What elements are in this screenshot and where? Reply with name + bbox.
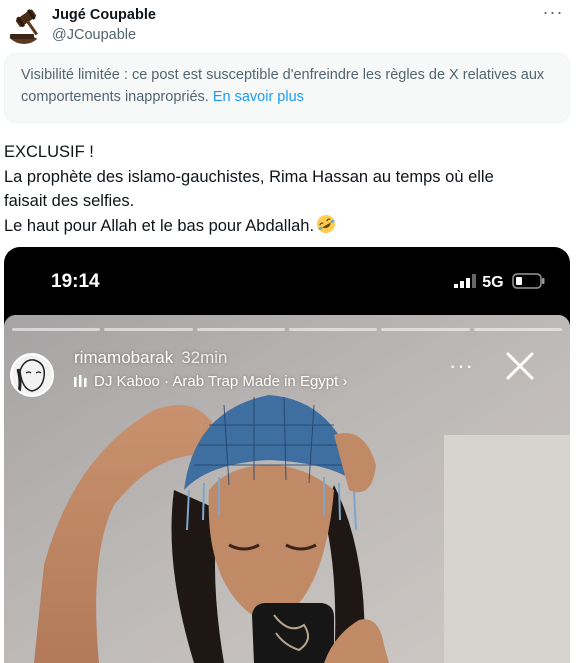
story-screenshot: rimamobarak 32min DJ Kaboo · Arab Trap Ma… [4, 315, 570, 663]
tweet-text: EXCLUSIF ! La prophète des islamo-gauchi… [4, 140, 570, 238]
story-age: 32min [181, 348, 228, 367]
tweet-header: Jugé Coupable @JCoupable ··· [0, 0, 577, 52]
audio-bars-icon [74, 375, 87, 387]
story-username: rimamobarak [74, 348, 174, 367]
author-avatar[interactable] [4, 4, 44, 44]
tweet-media[interactable]: 19:14 5G rimamobarak 32min DJ Kaboo · Ar… [4, 247, 570, 663]
close-icon [506, 352, 534, 380]
tweet-line: EXCLUSIF ! [4, 143, 94, 161]
network-label: 5G [482, 274, 504, 291]
story-progress-bars [12, 328, 562, 331]
author-name[interactable]: Jugé Coupable [52, 7, 156, 23]
profile-sketch-icon [12, 355, 52, 395]
more-options-button[interactable]: ··· [539, 2, 567, 26]
tweet-line: faisait des selfies. [4, 192, 135, 210]
gavel-icon [4, 4, 44, 44]
tweet-line: Le haut pour Allah et le bas pour Abdall… [4, 214, 570, 239]
tweet-line-text: Le haut pour Allah et le bas pour Abdall… [4, 216, 315, 235]
battery-icon [512, 273, 545, 289]
limited-visibility-notice: Visibilité limitée : ce post est suscept… [4, 53, 570, 123]
signal-icon [453, 274, 476, 288]
learn-more-link[interactable]: En savoir plus [213, 89, 304, 105]
story-avatar [10, 353, 54, 397]
story-music-text: DJ Kaboo · Arab Trap Made in Egypt › [94, 373, 348, 390]
phone-status-bar: 5G [453, 273, 546, 293]
rolling-laughing-emoji-icon [317, 214, 336, 233]
story-more-icon: ··· [449, 353, 474, 378]
story-music: DJ Kaboo · Arab Trap Made in Egypt › [74, 373, 347, 390]
phone-time: 19:14 [51, 271, 100, 292]
story-user: rimamobarak 32min [74, 348, 228, 368]
author-handle[interactable]: @JCoupable [52, 27, 136, 43]
tweet-line: La prophète des islamo-gauchistes, Rima … [4, 167, 494, 186]
